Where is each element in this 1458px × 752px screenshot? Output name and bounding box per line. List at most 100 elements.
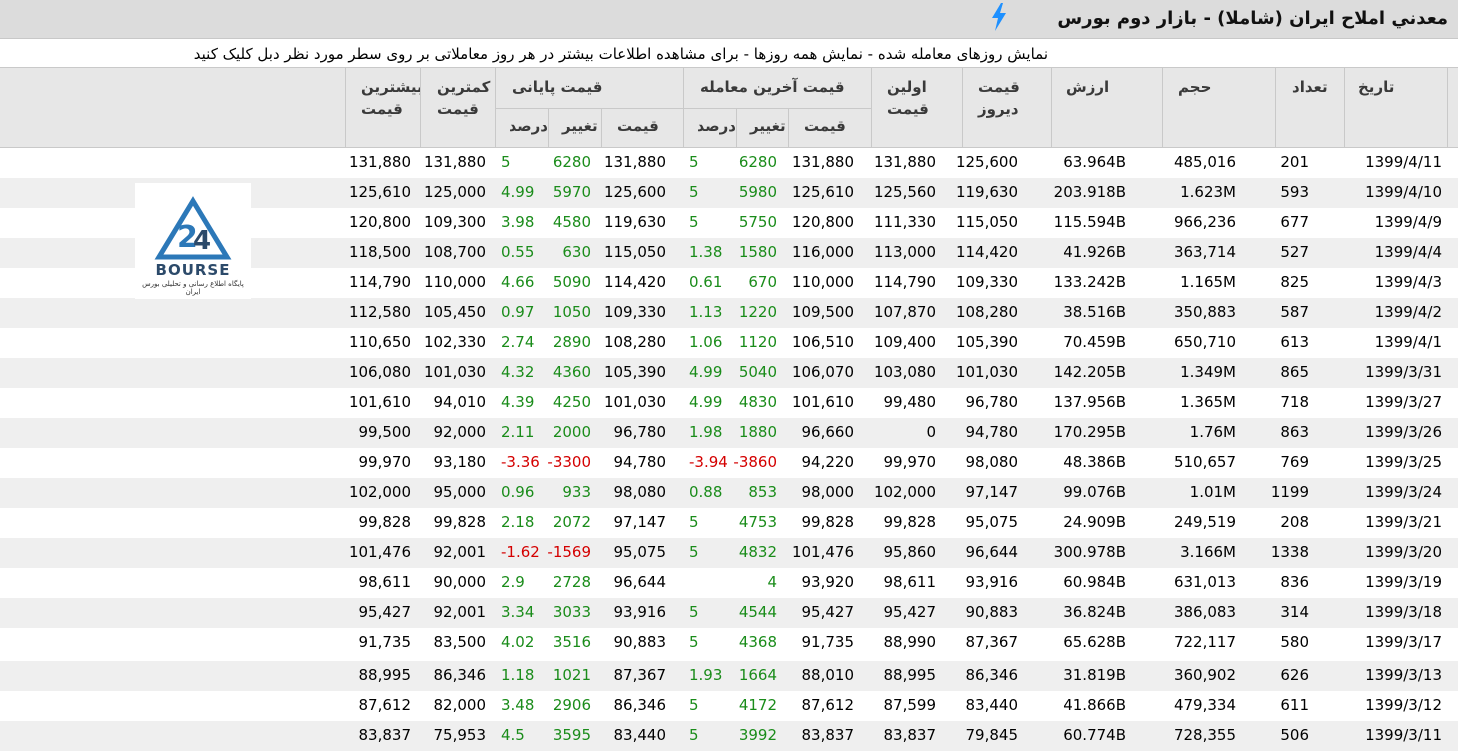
first-price-cell: 95,860 xyxy=(883,543,937,561)
max-price-cell: 98,611 xyxy=(358,573,412,591)
value-cell: 203.918B xyxy=(1053,183,1126,201)
count-cell: 1338 xyxy=(1270,543,1309,561)
table-row[interactable]: 1399/3/18 314 386,083 36.824B 90,883 95,427 95… xyxy=(0,598,1458,628)
last-change-cell: 1120 xyxy=(738,333,777,351)
traded-days-link[interactable]: نمایش روزهای معامله شده xyxy=(878,45,1048,63)
date-cell: 1399/4/3 xyxy=(1374,273,1442,291)
count-cell: 677 xyxy=(1280,213,1309,231)
volume-cell: 631,013 xyxy=(1173,573,1236,591)
min-price-cell: 109,300 xyxy=(423,213,486,231)
volume-cell: 363,714 xyxy=(1173,243,1236,261)
table-row[interactable]: 1399/3/24 1199 1.01M 99.076B 97,147 102,000 98… xyxy=(0,478,1458,508)
table-row[interactable]: 1399/4/11 201 485,016 63.964B 125,600 131,880… xyxy=(0,148,1458,178)
table-row[interactable]: 1399/3/11 506 728,355 60.774B 79,845 83,837 83… xyxy=(0,721,1458,751)
close-change-cell: 4250 xyxy=(552,393,591,411)
table-row[interactable]: 1399/4/2 587 350,883 38.516B 108,280 107,870 1… xyxy=(0,298,1458,328)
header-count[interactable]: تعداد xyxy=(1292,78,1328,96)
last-change-cell: 4830 xyxy=(738,393,777,411)
volume-cell: 1.349M xyxy=(1180,363,1236,381)
first-price-cell: 83,837 xyxy=(883,726,937,744)
close-price-cell: 101,030 xyxy=(603,393,666,411)
last-percent-cell: 5 xyxy=(689,696,699,714)
count-cell: 208 xyxy=(1280,513,1309,531)
date-cell: 1399/3/11 xyxy=(1365,726,1442,744)
max-price-cell: 87,612 xyxy=(358,696,412,714)
yesterday-price-cell: 108,280 xyxy=(955,303,1018,321)
close-price-cell: 119,630 xyxy=(603,213,666,231)
last-change-cell: 4172 xyxy=(738,696,777,714)
table-row[interactable]: 1399/3/21 208 249,519 24.909B 95,075 99,828 99… xyxy=(0,508,1458,538)
yesterday-price-cell: 83,440 xyxy=(965,696,1019,714)
header-last-price[interactable]: قیمت xyxy=(804,117,846,135)
header-max-price[interactable]: بیشترین xyxy=(361,78,420,96)
close-percent-cell: -1.62 xyxy=(501,543,540,561)
header-close-price[interactable]: قیمت xyxy=(617,117,659,135)
table-row[interactable]: 1399/3/19 836 631,013 60.984B 93,916 98,611 93… xyxy=(0,568,1458,598)
last-price-cell: 98,000 xyxy=(801,483,855,501)
header-last-percent[interactable]: درصد xyxy=(698,117,736,135)
close-percent-cell: 3.48 xyxy=(501,696,535,714)
close-change-cell: 3033 xyxy=(552,603,591,621)
close-price-cell: 97,147 xyxy=(613,513,667,531)
table-row[interactable]: 1399/3/12 611 479,334 41.866B 83,440 87,599 87… xyxy=(0,691,1458,721)
last-price-cell: 131,880 xyxy=(791,153,854,171)
min-price-cell: 108,700 xyxy=(423,243,486,261)
last-price-cell: 96,660 xyxy=(801,423,855,441)
header-close-percent[interactable]: درصد xyxy=(510,117,548,135)
last-percent-cell: 5 xyxy=(689,213,699,231)
max-price-cell: 102,000 xyxy=(348,483,411,501)
all-days-link[interactable]: نمایش همه روزها xyxy=(754,45,863,63)
first-price-cell: 103,080 xyxy=(873,363,936,381)
close-price-cell: 96,644 xyxy=(613,573,667,591)
header-yesterday-price-line2: دیروز xyxy=(978,100,1019,118)
header-last-change[interactable]: تغییر xyxy=(750,117,786,135)
count-cell: 825 xyxy=(1280,273,1309,291)
table-row[interactable]: 1399/3/27 718 1.365M 137.956B 96,780 99,480 10… xyxy=(0,388,1458,418)
header-min-price[interactable]: کمترین xyxy=(437,78,490,96)
svg-text:4: 4 xyxy=(193,226,211,256)
header-date[interactable]: تاریخ xyxy=(1358,78,1394,96)
min-price-cell: 101,030 xyxy=(423,363,486,381)
close-price-cell: 94,780 xyxy=(613,453,667,471)
table-row[interactable]: 1399/3/26 863 1.76M 170.295B 94,780 0 96,660 18… xyxy=(0,418,1458,448)
table-row[interactable]: 1399/3/25 769 510,657 48.386B 98,080 99,970 94… xyxy=(0,448,1458,478)
close-price-cell: 83,440 xyxy=(613,726,667,744)
value-cell: 41.926B xyxy=(1063,243,1126,261)
volume-cell: 722,117 xyxy=(1173,633,1236,651)
table-row[interactable]: 1399/3/13 626 360,902 31.819B 86,346 88,995 88… xyxy=(0,661,1458,691)
volume-cell: 1.623M xyxy=(1180,183,1236,201)
min-price-cell: 92,000 xyxy=(433,423,487,441)
last-change-cell: 853 xyxy=(748,483,777,501)
max-price-cell: 91,735 xyxy=(358,633,412,651)
table-row[interactable]: 1399/3/17 580 722,117 65.628B 87,367 88,990 91… xyxy=(0,628,1458,658)
min-price-cell: 105,450 xyxy=(423,303,486,321)
yesterday-price-cell: 90,883 xyxy=(965,603,1019,621)
close-price-cell: 114,420 xyxy=(603,273,666,291)
table-row[interactable]: 1399/3/31 865 1.349M 142.205B 101,030 103,080… xyxy=(0,358,1458,388)
last-price-cell: 91,735 xyxy=(801,633,855,651)
count-cell: 718 xyxy=(1280,393,1309,411)
yesterday-price-cell: 93,916 xyxy=(965,573,1019,591)
bourse24-logo[interactable]: 2 4 BOURSE پایگاه اطلاع رسانی و تحلیلی ب… xyxy=(135,183,251,299)
count-cell: 611 xyxy=(1280,696,1309,714)
last-price-cell: 116,000 xyxy=(791,243,854,261)
table-row[interactable]: 1399/3/20 1338 3.166M 300.978B 96,644 95,860 1… xyxy=(0,538,1458,568)
last-price-cell: 101,476 xyxy=(791,543,854,561)
date-cell: 1399/4/10 xyxy=(1365,183,1442,201)
header-value[interactable]: ارزش xyxy=(1066,78,1109,96)
volume-cell: 249,519 xyxy=(1173,513,1236,531)
volume-cell: 485,016 xyxy=(1173,153,1236,171)
header-volume[interactable]: حجم xyxy=(1178,78,1211,96)
lightning-icon[interactable] xyxy=(990,3,1008,31)
header-yesterday-price[interactable]: قیمت xyxy=(978,78,1020,96)
value-cell: 115.594B xyxy=(1053,213,1126,231)
min-price-cell: 92,001 xyxy=(433,603,487,621)
last-percent-cell: 0.88 xyxy=(689,483,723,501)
header-close-change[interactable]: تغییر xyxy=(562,117,598,135)
close-change-cell: 2890 xyxy=(552,333,591,351)
header-first-price[interactable]: اولین xyxy=(887,78,927,96)
table-row[interactable]: 1399/4/1 613 650,710 70.459B 105,390 109,400 1… xyxy=(0,328,1458,358)
value-cell: 142.205B xyxy=(1053,363,1126,381)
count-cell: 587 xyxy=(1280,303,1309,321)
max-price-cell: 112,580 xyxy=(348,303,411,321)
